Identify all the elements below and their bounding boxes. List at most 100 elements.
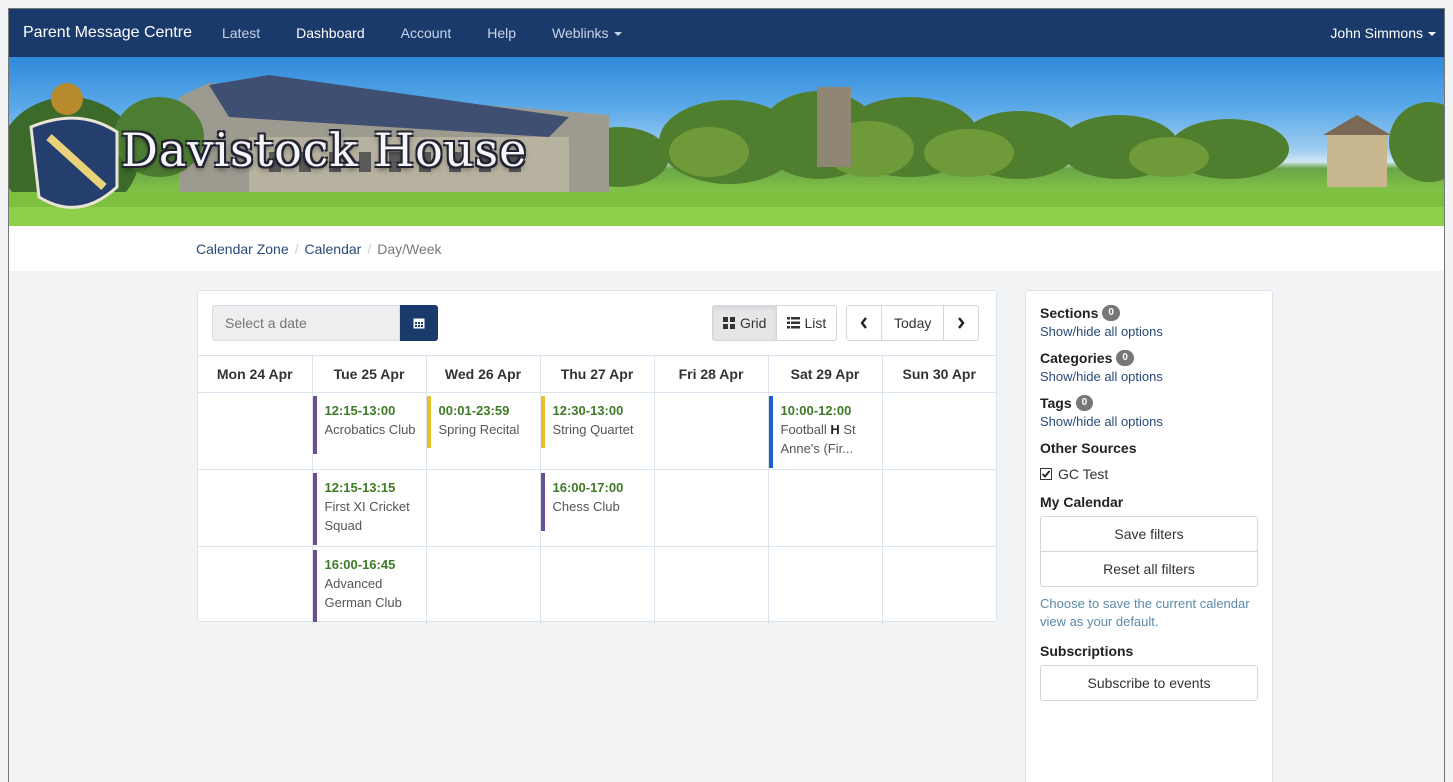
subscribe-button[interactable]: Subscribe to events — [1040, 665, 1258, 701]
event-title: Spring Recital — [438, 422, 520, 437]
app-frame: Parent Message Centre Latest Dashboard A… — [8, 8, 1445, 782]
today-button[interactable]: Today — [881, 305, 945, 341]
chevron-right-icon — [958, 317, 965, 329]
day-cell — [198, 547, 312, 624]
event-title: Football H St Anne's (Fir... — [781, 420, 876, 458]
home-marker: H — [830, 422, 840, 437]
reset-filters-button[interactable]: Reset all filters — [1040, 551, 1258, 587]
calendar-event[interactable]: 16:00-17:00 Chess Club — [540, 473, 654, 531]
day-cell: 12:15-13:00 Acrobatics Club — [311, 392, 426, 470]
nav-account[interactable]: Account — [383, 25, 470, 41]
event-title: Acrobatics Club — [324, 422, 416, 437]
breadcrumb-separator: / — [294, 241, 299, 257]
day-header-tue: Tue 25 Apr — [311, 355, 426, 393]
list-icon — [787, 317, 801, 329]
day-cell — [198, 469, 312, 547]
week-grid: Mon 24 Apr Tue 25 Apr Wed 26 Apr Thu 27 … — [198, 355, 996, 624]
day-header-mon: Mon 24 Apr — [198, 355, 312, 393]
today-label: Today — [894, 315, 932, 331]
calendar-event[interactable]: 12:30-13:00 String Quartet — [540, 396, 654, 448]
day-header-sun: Sun 30 Apr — [881, 355, 996, 393]
sections-heading: Sections 0 — [1040, 305, 1258, 321]
next-button[interactable] — [943, 305, 980, 341]
event-title: Advanced German Club — [324, 576, 402, 610]
gc-test-label: GC Test — [1058, 466, 1109, 482]
sections-toggle-link[interactable]: Show/hide all options — [1040, 324, 1258, 339]
sections-label: Sections — [1040, 305, 1099, 321]
categories-heading: Categories 0 — [1040, 350, 1258, 366]
breadcrumb-calendar[interactable]: Calendar — [305, 241, 362, 257]
brand-link[interactable]: Parent Message Centre — [23, 24, 192, 42]
event-time: 16:00-17:00 — [552, 480, 624, 495]
subscriptions-heading: Subscriptions — [1040, 643, 1134, 659]
day-cell — [653, 469, 768, 547]
gc-test-checkbox[interactable] — [1040, 468, 1052, 480]
day-cell: 00:01-23:59 Spring Recital — [425, 392, 540, 470]
event-title: String Quartet — [552, 422, 634, 437]
day-header-fri: Fri 28 Apr — [653, 355, 768, 393]
breadcrumb-calendar-zone[interactable]: Calendar Zone — [196, 241, 289, 257]
event-title: First XI Cricket Squad — [324, 499, 410, 533]
calendar-event[interactable]: 16:00-16:45 Advanced German Club — [312, 550, 426, 622]
tags-filter: Tags 0 Show/hide all options — [1040, 395, 1258, 429]
day-header-sat: Sat 29 Apr — [767, 355, 882, 393]
day-cell — [881, 469, 996, 547]
day-header-row: Mon 24 Apr Tue 25 Apr Wed 26 Apr Thu 27 … — [198, 355, 996, 393]
gc-test-option: GC Test — [1040, 466, 1258, 482]
calendar-event[interactable]: 00:01-23:59 Spring Recital — [426, 396, 540, 448]
categories-filter: Categories 0 Show/hide all options — [1040, 350, 1258, 384]
prev-button[interactable] — [846, 305, 882, 341]
calendar-event[interactable]: 10:00-12:00 Football H St Anne's (Fir... — [768, 396, 882, 468]
event-row: 12:15-13:15 First XI Cricket Squad 16:00… — [198, 469, 996, 547]
nav-weblinks-dropdown[interactable]: Weblinks — [534, 25, 640, 41]
tags-toggle-link[interactable]: Show/hide all options — [1040, 414, 1258, 429]
day-cell — [198, 392, 312, 470]
sections-filter: Sections 0 Show/hide all options — [1040, 305, 1258, 339]
event-time: 16:00-16:45 — [324, 557, 396, 572]
top-navbar: Parent Message Centre Latest Dashboard A… — [9, 9, 1444, 57]
school-banner: Davistock House — [9, 57, 1444, 226]
event-row: 12:15-13:00 Acrobatics Club 00:01-23:59 … — [198, 392, 996, 470]
day-cell: 10:00-12:00 Football H St Anne's (Fir... — [767, 392, 882, 470]
event-time: 00:01-23:59 — [438, 403, 510, 418]
event-title: Chess Club — [552, 499, 620, 514]
save-filters-help: Choose to save the current calendar view… — [1040, 596, 1250, 629]
user-name: John Simmons — [1330, 25, 1423, 41]
day-header-wed: Wed 26 Apr — [425, 355, 540, 393]
calendar-event[interactable]: 12:15-13:15 First XI Cricket Squad — [312, 473, 426, 545]
banner-title: Davistock House — [121, 123, 528, 177]
categories-label: Categories — [1040, 350, 1113, 366]
view-toggle-group: Grid List — [712, 305, 838, 341]
categories-toggle-link[interactable]: Show/hide all options — [1040, 369, 1258, 384]
breadcrumb-bar: Calendar Zone / Calendar / Day/Week — [9, 226, 1444, 271]
date-picker-input[interactable] — [212, 305, 400, 341]
event-time: 10:00-12:00 — [780, 403, 852, 418]
nav-latest[interactable]: Latest — [204, 25, 278, 41]
caret-down-icon — [613, 32, 622, 37]
day-cell: 12:30-13:00 String Quartet — [539, 392, 654, 470]
day-cell — [767, 546, 882, 624]
grid-view-button[interactable]: Grid — [712, 305, 778, 341]
checkmark-icon — [1041, 470, 1051, 478]
event-title-part: Football — [780, 422, 831, 437]
breadcrumb-separator: / — [367, 241, 372, 257]
chevron-left-icon — [860, 317, 867, 329]
grid-view-label: Grid — [740, 315, 767, 331]
list-view-button[interactable]: List — [776, 305, 838, 341]
day-cell: 16:00-16:45 Advanced German Club — [311, 546, 426, 624]
tags-count-badge: 0 — [1075, 395, 1094, 411]
save-filters-button[interactable]: Save filters — [1040, 516, 1258, 552]
tags-heading: Tags 0 — [1040, 395, 1258, 411]
calendar-event[interactable]: 12:15-13:00 Acrobatics Club — [312, 396, 426, 454]
nav-help[interactable]: Help — [469, 25, 534, 41]
date-picker-button[interactable] — [400, 305, 438, 341]
nav-dashboard[interactable]: Dashboard — [278, 25, 383, 41]
day-cell — [767, 469, 882, 547]
day-cell — [425, 469, 540, 547]
filter-sidebar: Sections 0 Show/hide all options Categori… — [1025, 290, 1273, 782]
tags-label: Tags — [1040, 395, 1072, 411]
day-cell: 16:00-17:00 Chess Club — [539, 469, 654, 547]
categories-count-badge: 0 — [1116, 350, 1134, 366]
event-time: 12:15-13:15 — [324, 480, 396, 495]
user-menu[interactable]: John Simmons — [1330, 25, 1436, 41]
